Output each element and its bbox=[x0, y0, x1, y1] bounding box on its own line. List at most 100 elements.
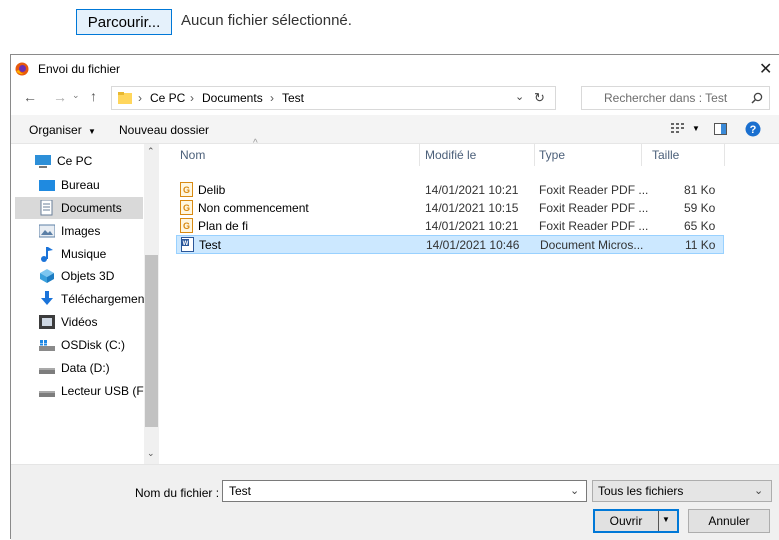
organize-label: Organiser bbox=[29, 123, 82, 137]
svg-text:W: W bbox=[183, 241, 189, 247]
music-icon bbox=[41, 247, 53, 262]
desktop-icon bbox=[39, 180, 55, 191]
nav-item-telechargement[interactable]: Téléchargement bbox=[21, 288, 149, 310]
split-separator bbox=[658, 511, 659, 531]
3d-objects-icon bbox=[40, 269, 54, 283]
breadcrumb-separator-icon: › bbox=[190, 91, 194, 105]
file-name: Delib bbox=[198, 183, 226, 197]
file-size: 65 Ko bbox=[684, 219, 716, 233]
search-icon[interactable] bbox=[751, 92, 763, 104]
filter-dropdown-icon: ⌄ bbox=[754, 485, 764, 497]
column-header-modified[interactable]: Modifié le bbox=[425, 148, 476, 162]
windows-drive-icon bbox=[39, 340, 55, 351]
refresh-icon[interactable]: ↻ bbox=[534, 90, 545, 106]
help-icon[interactable]: ? bbox=[745, 121, 761, 137]
nav-item-label: Ce PC bbox=[57, 154, 93, 168]
svg-text:G: G bbox=[183, 203, 190, 213]
open-dropdown-arrow-icon[interactable]: ▼ bbox=[662, 515, 670, 524]
nav-item-bureau[interactable]: Bureau bbox=[21, 174, 149, 196]
filename-dropdown-icon[interactable]: ⌄ bbox=[570, 484, 579, 497]
file-modified: 14/01/2021 10:15 bbox=[425, 201, 519, 215]
filename-input[interactable]: Test ⌄ bbox=[222, 480, 587, 502]
nav-item-osdisk[interactable]: OSDisk (C:) bbox=[21, 334, 149, 356]
recent-locations-chevron-icon[interactable]: ⌄ bbox=[72, 90, 80, 101]
pdf-file-icon: G bbox=[180, 218, 193, 233]
dialog-footer: Nom du fichier : Test ⌄ Tous les fichier… bbox=[11, 464, 779, 540]
organize-menu-button[interactable]: Organiser ▼ bbox=[29, 123, 96, 137]
column-separator[interactable] bbox=[534, 144, 535, 166]
nav-item-musique[interactable]: Musique bbox=[21, 243, 149, 265]
column-separator[interactable] bbox=[641, 144, 642, 166]
navigation-row: ← → ⌄ ↑ › Ce PC › Documents › Test ⌄ ↻ R… bbox=[11, 83, 779, 115]
breadcrumb-ce-pc[interactable]: Ce PC bbox=[150, 91, 185, 105]
svg-text:?: ? bbox=[750, 124, 757, 136]
usb-drive-icon bbox=[39, 391, 55, 397]
folder-icon bbox=[118, 92, 132, 104]
nav-item-ce-pc[interactable]: Ce PC bbox=[15, 150, 143, 172]
nav-item-label: Vidéos bbox=[61, 315, 98, 329]
address-bar[interactable]: › Ce PC › Documents › Test ⌄ ↻ bbox=[111, 86, 556, 110]
open-button[interactable]: Ouvrir ▼ bbox=[593, 509, 679, 533]
filename-label: Nom du fichier : bbox=[135, 486, 220, 500]
back-arrow-icon[interactable]: ← bbox=[23, 89, 37, 105]
nav-item-data-d[interactable]: Data (D:) bbox=[21, 357, 149, 379]
nav-item-label: Data (D:) bbox=[61, 361, 110, 375]
address-dropdown-icon[interactable]: ⌄ bbox=[515, 90, 524, 103]
file-row-plan-de-fi[interactable]: G Plan de fi 14/01/2021 10:21 Foxit Read… bbox=[176, 217, 724, 236]
browse-button[interactable]: Parcourir... bbox=[76, 9, 172, 35]
preview-pane-icon[interactable] bbox=[714, 123, 727, 135]
file-modified: 14/01/2021 10:46 bbox=[426, 238, 520, 252]
scroll-down-arrow-icon[interactable]: ⌄ bbox=[147, 448, 155, 459]
no-file-selected-text: Aucun fichier sélectionné. bbox=[181, 12, 352, 29]
breadcrumb-test[interactable]: Test bbox=[282, 91, 304, 105]
nav-item-label: OSDisk (C:) bbox=[61, 338, 125, 352]
videos-icon bbox=[39, 315, 55, 329]
filename-value: Test bbox=[229, 484, 252, 498]
scrollbar-thumb[interactable] bbox=[145, 255, 158, 427]
view-options-icon[interactable] bbox=[671, 122, 685, 135]
view-dropdown-arrow-icon[interactable]: ▼ bbox=[692, 124, 700, 133]
scroll-up-arrow-icon[interactable]: ⌃ bbox=[147, 146, 155, 157]
documents-icon bbox=[40, 200, 53, 216]
nav-item-images[interactable]: Images bbox=[21, 220, 149, 242]
file-row-test[interactable]: W Test 14/01/2021 10:46 Document Micros.… bbox=[176, 235, 724, 254]
column-separator[interactable] bbox=[724, 144, 725, 166]
forward-arrow-icon[interactable]: → bbox=[53, 89, 67, 105]
nav-item-label: Lecteur USB (F:) bbox=[61, 384, 152, 398]
nav-item-objets-3d[interactable]: Objets 3D bbox=[21, 265, 149, 287]
column-header-type[interactable]: Type bbox=[539, 148, 565, 162]
nav-item-lecteur-usb[interactable]: Lecteur USB (F:) bbox=[21, 380, 152, 402]
images-icon bbox=[39, 224, 55, 238]
column-separator[interactable] bbox=[419, 144, 420, 166]
close-icon[interactable]: ✕ bbox=[759, 59, 772, 79]
nav-pane-scrollbar[interactable]: ⌃ ⌄ bbox=[144, 144, 159, 464]
file-size: 11 Ko bbox=[685, 238, 716, 252]
search-placeholder: Rechercher dans : Test bbox=[604, 91, 728, 105]
file-size: 59 Ko bbox=[684, 201, 716, 215]
file-size: 81 Ko bbox=[684, 183, 716, 197]
firefox-icon bbox=[15, 62, 29, 76]
title-bar: Envoi du fichier ✕ bbox=[11, 55, 779, 83]
column-header-size[interactable]: Taille bbox=[652, 148, 679, 162]
cancel-button[interactable]: Annuler bbox=[688, 509, 770, 533]
nav-item-videos[interactable]: Vidéos bbox=[21, 311, 149, 333]
file-list: ^ Nom Modifié le Type Taille G Delib 14/… bbox=[159, 138, 779, 464]
pdf-file-icon: G bbox=[180, 182, 193, 197]
file-type-filter-select[interactable]: Tous les fichiers ⌄ bbox=[592, 480, 772, 502]
nav-item-label: Téléchargement bbox=[61, 292, 148, 306]
toolbar: Organiser ▼ Nouveau dossier ▼ ? bbox=[11, 115, 779, 144]
file-modified: 14/01/2021 10:21 bbox=[425, 219, 519, 233]
file-row-delib[interactable]: G Delib 14/01/2021 10:21 Foxit Reader PD… bbox=[176, 181, 724, 200]
column-header-name[interactable]: Nom bbox=[180, 148, 205, 162]
nav-item-label: Objets 3D bbox=[61, 269, 115, 283]
new-folder-button[interactable]: Nouveau dossier bbox=[119, 123, 209, 137]
nav-item-documents[interactable]: Documents bbox=[15, 197, 143, 219]
search-input[interactable]: Rechercher dans : Test bbox=[581, 86, 770, 110]
breadcrumb-documents[interactable]: Documents bbox=[202, 91, 263, 105]
up-arrow-icon[interactable]: ↑ bbox=[90, 88, 97, 104]
file-name: Test bbox=[199, 238, 222, 252]
navigation-pane: Ce PC Bureau Documents Images Musique Ob… bbox=[11, 144, 159, 464]
file-row-non-commencement[interactable]: G Non commencement 14/01/2021 10:15 Foxi… bbox=[176, 199, 724, 218]
breadcrumb-separator-icon: › bbox=[138, 91, 142, 105]
file-upload-dialog: Envoi du fichier ✕ ← → ⌄ ↑ › Ce PC › Doc… bbox=[10, 54, 779, 540]
